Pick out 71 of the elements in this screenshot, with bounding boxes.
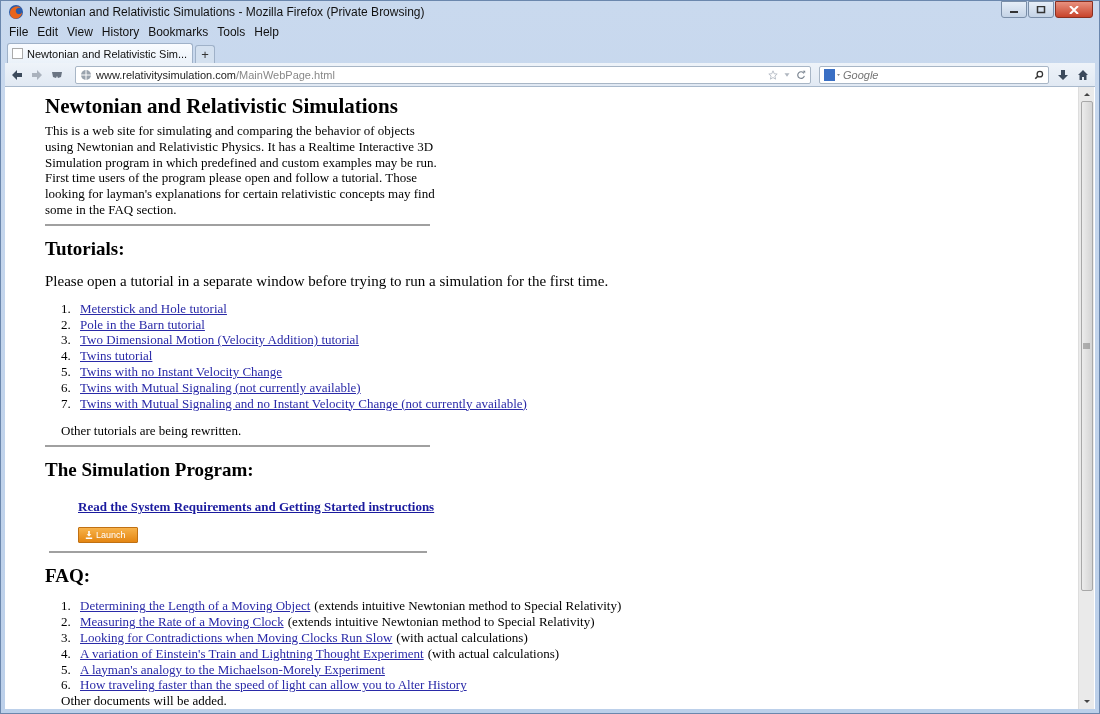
menu-item[interactable]: Tools: [217, 25, 246, 39]
list-number: 3.: [61, 332, 72, 349]
faq-note: (extends intuitive Newtonian method to Special Relativity): [287, 614, 595, 630]
faq-link[interactable]: How traveling faster than the speed of light can allow you to Alter History: [80, 677, 467, 694]
menu-item[interactable]: History: [101, 25, 140, 39]
tutorial-link[interactable]: Twins with Mutual Signaling and no Instant Velocity Change (not currently available): [80, 395, 527, 412]
close-icon: [1069, 5, 1079, 14]
menu-item[interactable]: File: [9, 25, 29, 39]
list-number: 4.: [61, 645, 72, 662]
faq-link[interactable]: Determining the Length of a Moving Object: [80, 598, 311, 615]
tutorial-link[interactable]: Meterstick and Hole tutorial: [80, 300, 227, 317]
instruction-text: Please open a tutorial in a separate window before trying to run a simulation for the first time.: [45, 272, 610, 290]
list-number: 1.: [61, 300, 72, 317]
faq-link[interactable]: A variation of Einstein's Train and Lightning Thought Experiment: [80, 645, 424, 662]
section-heading: FAQ:: [45, 565, 92, 588]
menu-item[interactable]: Edit: [37, 25, 59, 39]
browser-logo-icon: [8, 4, 24, 20]
globe-icon: [80, 68, 92, 81]
list-number: 5.: [61, 661, 72, 678]
close-button[interactable]: [1055, 1, 1093, 18]
faq-link[interactable]: Looking for Contradictions when Moving Clocks Run Slow: [80, 629, 393, 646]
section-heading: The Simulation Program:: [45, 459, 255, 482]
search-icon[interactable]: [1034, 69, 1044, 80]
faq-note: (with actual calculations): [427, 645, 560, 662]
window-title: Newtonian and Relativistic Simulations - Mozilla Firefox (Private Browsing): [29, 5, 425, 19]
back-icon[interactable]: [11, 68, 23, 81]
list-number: 2.: [61, 614, 72, 630]
requirements-link[interactable]: Read the System Requirements and Getting Started instructions: [78, 499, 435, 516]
download-icon: [85, 531, 93, 540]
tutorial-link[interactable]: Twins with Mutual Signaling (not currently available): [80, 379, 361, 396]
faq-link[interactable]: A layman's analogy to the Michaelson-Morely Experiment: [80, 661, 385, 678]
scrollbar[interactable]: [1078, 87, 1094, 709]
tutorial-link[interactable]: Two Dimensional Motion (Velocity Addition) tutorial: [80, 332, 359, 349]
scroll-thumb[interactable]: [1080, 101, 1093, 591]
section-heading: Tutorials:: [45, 237, 126, 260]
list-number: 2.: [61, 316, 72, 333]
list-number: 5.: [61, 363, 72, 380]
menu-item[interactable]: Help: [254, 25, 279, 39]
bookmark-star-icon[interactable]: [768, 69, 778, 80]
list-number: 7.: [61, 395, 72, 412]
list-number: 1.: [61, 598, 72, 615]
maximize-icon: [1036, 5, 1046, 14]
browser-tab[interactable]: Newtonian and Relativistic Sim...: [7, 43, 193, 63]
faq-note: (extends intuitive Newtonian method to Special Relativity): [314, 598, 622, 615]
intro-paragraph: This is a web site for simulating and comparing the behavior of objects using Newtonian and Relativistic Physics. It has a Realtime Interactive 3D Simulation program in which predefined and custom examples may be run. First time users of the program please open and follow a tutorial. Those looking for layman's explanations for certain relativistic concepts may find some in the FAQ section.: [45, 123, 437, 218]
maximize-button[interactable]: [1028, 1, 1054, 18]
home-icon[interactable]: [1077, 68, 1089, 81]
menu-item[interactable]: View: [67, 25, 93, 39]
list-number: 4.: [61, 348, 72, 364]
tutorial-link[interactable]: Twins with no Instant Velocity Change: [80, 363, 283, 380]
tutorial-link[interactable]: Pole in the Barn tutorial: [80, 316, 205, 333]
footnote-text: Other documents will be added.: [61, 693, 228, 709]
faq-note: (with actual calculations): [396, 629, 528, 646]
new-tab-button[interactable]: +: [195, 45, 215, 63]
reload-icon[interactable]: [796, 69, 806, 80]
list-number: 6.: [61, 379, 72, 396]
faq-link[interactable]: Measuring the Rate of a Moving Clock: [80, 614, 284, 630]
list-number: 3.: [61, 629, 72, 646]
search-bar[interactable]: Google: [819, 65, 1049, 84]
scroll-down-icon[interactable]: [1082, 699, 1091, 705]
menu-item[interactable]: Bookmarks: [148, 25, 209, 39]
footnote-text: Other tutorials are being rewritten.: [61, 423, 243, 440]
tutorial-link[interactable]: Twins tutorial: [80, 348, 153, 364]
page-title: Newtonian and Relativistic Simulations: [45, 94, 399, 119]
address-bar[interactable]: www.relativitysimulation.com/MainWebPage.html: [75, 65, 811, 84]
search-input[interactable]: Google: [843, 68, 1031, 81]
list-number: 6.: [61, 677, 72, 694]
download-icon[interactable]: [1057, 68, 1069, 81]
minimize-button[interactable]: [1001, 1, 1027, 18]
search-engine-icon[interactable]: [824, 68, 840, 81]
scroll-up-icon[interactable]: [1082, 91, 1091, 97]
